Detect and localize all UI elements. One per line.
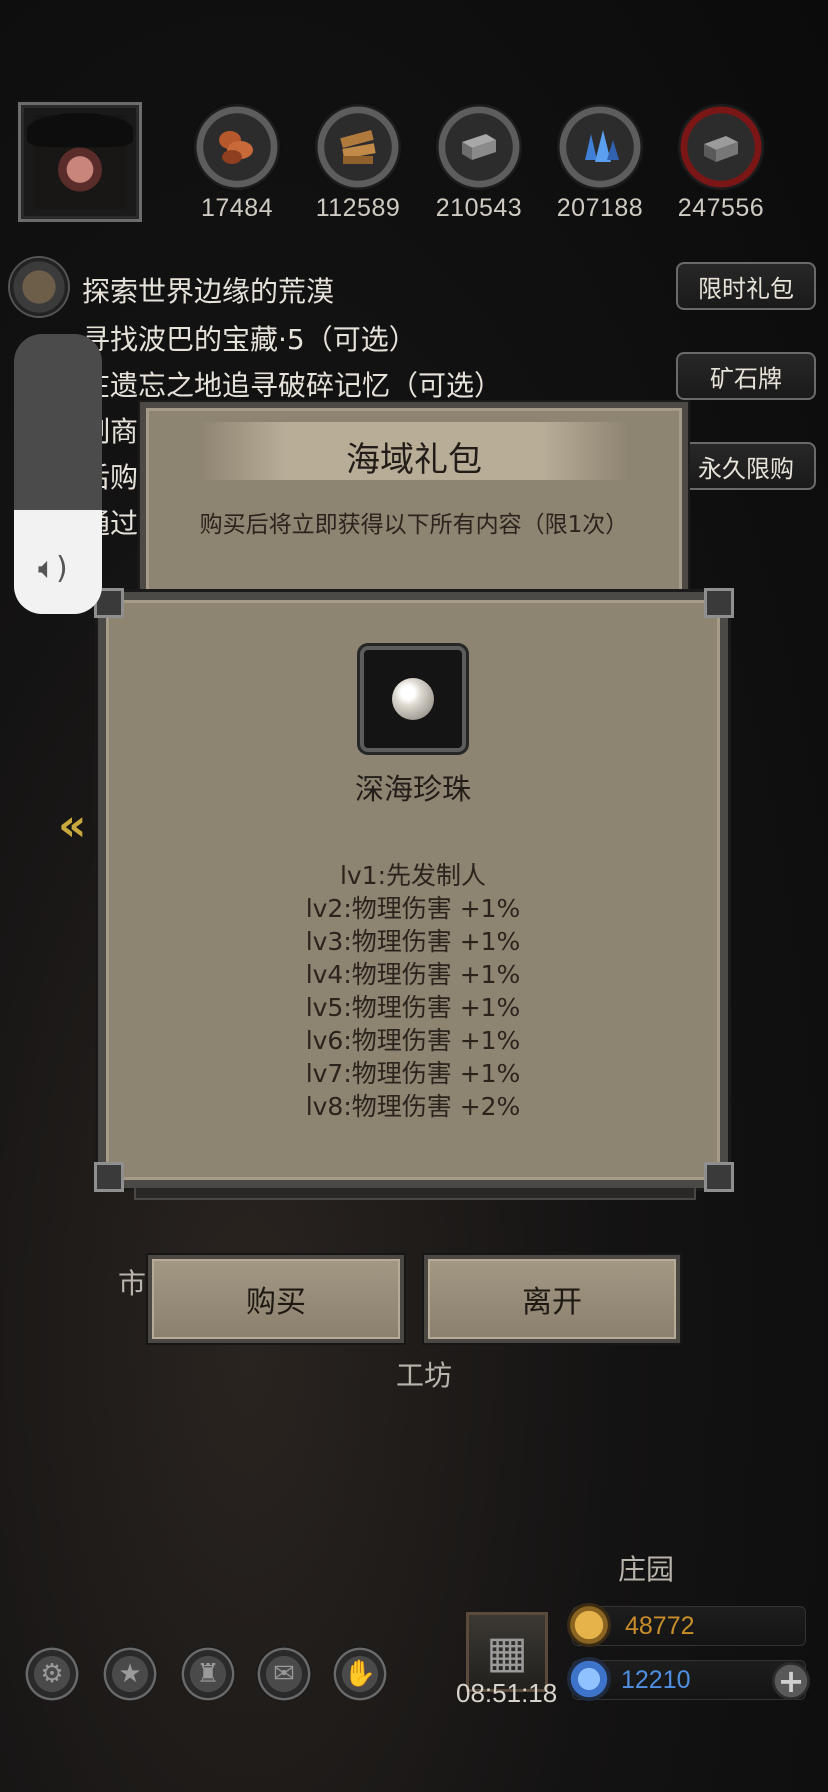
speaker-icon: 🔈︎) xyxy=(38,551,68,586)
limited-gift-button[interactable]: 限时礼包 xyxy=(676,262,816,310)
gift-timer: 08:51:18 xyxy=(456,1678,558,1708)
gem-bar: 12210 xyxy=(567,1657,806,1701)
item-effect: lv8:物理伤害 +2% xyxy=(305,1092,521,1121)
ore-icon xyxy=(704,136,738,162)
iron-icon xyxy=(462,134,496,160)
resource-ring xyxy=(678,104,764,190)
resource-count: 247556 xyxy=(677,194,765,222)
avatar-hat-shape xyxy=(27,113,133,147)
pearl-icon xyxy=(392,678,434,720)
volume-slider[interactable]: 🔈︎) xyxy=(14,334,102,614)
gold-bar: 48772 xyxy=(567,1603,806,1647)
permanent-limit-button[interactable]: 永久限购 xyxy=(676,442,816,490)
resource-wood[interactable]: 112589 xyxy=(313,104,403,223)
dialog-subtitle: 购买后将立即获得以下所有内容（限1次） xyxy=(199,512,629,538)
star-icon[interactable]: ★ xyxy=(102,1646,158,1702)
resource-ring xyxy=(557,104,643,190)
resource-ring xyxy=(194,104,280,190)
gold-amount: 48772 xyxy=(625,1612,695,1640)
resource-count: 210543 xyxy=(435,194,523,222)
resource-ring xyxy=(315,104,401,190)
item-name: 深海珍珠 xyxy=(354,772,471,806)
gem-icon xyxy=(567,1657,611,1701)
workshop-label[interactable]: 工坊 xyxy=(396,1354,452,1394)
resource-count: 207188 xyxy=(556,194,644,222)
item-slot[interactable] xyxy=(360,646,466,752)
frame-corner xyxy=(94,1162,124,1192)
frame-corner xyxy=(704,588,734,618)
quest-item[interactable]: 探索世界边缘的荒漠 xyxy=(82,270,334,310)
manor-label[interactable]: 庄园 xyxy=(618,1548,674,1588)
item-effect: lv2:物理伤害 +1% xyxy=(305,894,521,923)
item-effect: lv4:物理伤害 +1% xyxy=(305,960,521,989)
settings-icon[interactable]: ⚙ xyxy=(24,1646,80,1702)
leather-icon xyxy=(219,131,253,164)
frame-corner xyxy=(704,1162,734,1192)
resource-crystal[interactable]: 207188 xyxy=(555,104,645,223)
resource-count: 112589 xyxy=(315,194,401,222)
resource-leather[interactable]: 17484 xyxy=(192,104,282,223)
item-effect: lv5:物理伤害 +1% xyxy=(305,993,521,1022)
add-currency-button[interactable]: + xyxy=(772,1662,810,1700)
quest-item[interactable]: 寻找波巴的宝藏·5（可选） xyxy=(82,318,417,358)
buy-button[interactable]: 购买 xyxy=(148,1255,404,1343)
item-effect: lv3:物理伤害 +1% xyxy=(305,927,521,956)
resource-ring xyxy=(436,104,522,190)
quest-item[interactable]: 在遗忘之地追寻破碎记忆（可选） xyxy=(82,364,502,404)
crystal-icon xyxy=(585,130,619,162)
castle-icon[interactable]: ♜ xyxy=(180,1646,236,1702)
resource-ore[interactable]: 247556 xyxy=(676,104,766,223)
gem-amount: 12210 xyxy=(621,1666,691,1694)
resource-count: 17484 xyxy=(200,194,274,222)
resource-iron[interactable]: 210543 xyxy=(434,104,524,223)
item-effect: lv1:先发制人 xyxy=(339,861,487,890)
ore-card-button[interactable]: 矿石牌 xyxy=(676,352,816,400)
dialog-bottom-strip xyxy=(134,1186,696,1200)
mail-icon[interactable]: ✉ xyxy=(256,1646,312,1702)
handshake-icon[interactable]: ✋ xyxy=(332,1646,388,1702)
dialog-title: 海域礼包 xyxy=(346,440,482,480)
scroll-icon[interactable] xyxy=(10,258,68,316)
chevron-left-icon[interactable]: « xyxy=(58,800,86,851)
market-label[interactable]: 市 xyxy=(118,1262,146,1302)
item-effect: lv7:物理伤害 +1% xyxy=(305,1059,521,1088)
item-effect: lv6:物理伤害 +1% xyxy=(305,1026,521,1055)
player-avatar[interactable] xyxy=(18,102,142,222)
wood-icon xyxy=(340,130,376,164)
gold-coin-icon xyxy=(567,1603,611,1647)
leave-button[interactable]: 离开 xyxy=(424,1255,680,1343)
